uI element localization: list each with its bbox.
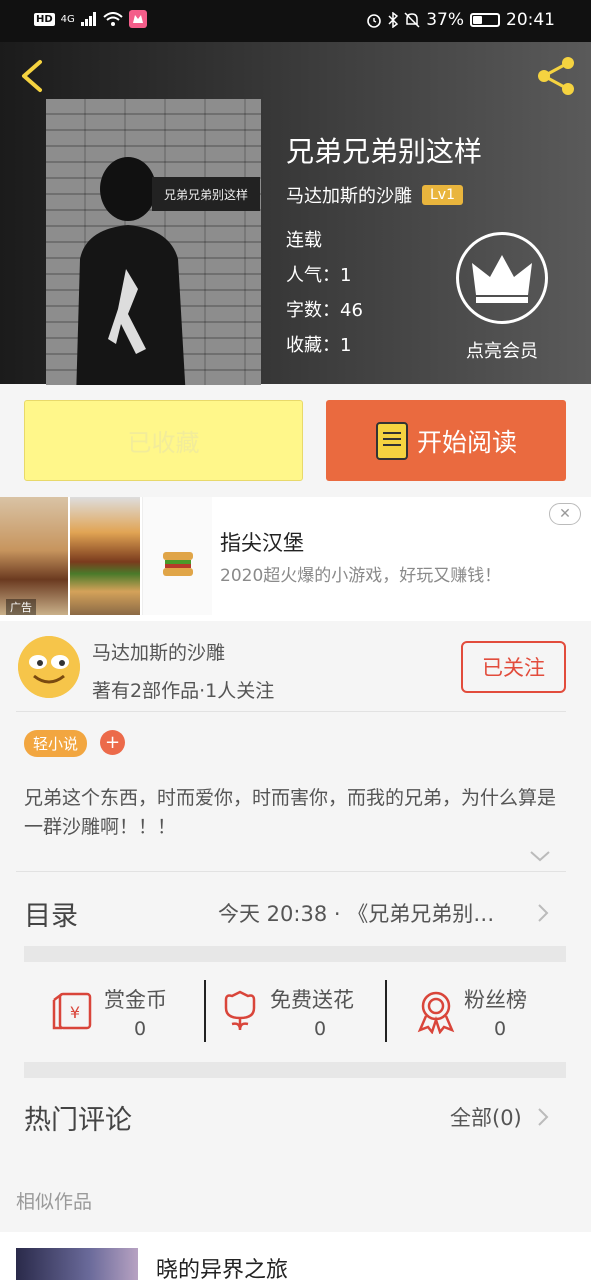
battery-icon [470, 13, 500, 27]
mute-bell-icon [404, 12, 420, 28]
status-bar: HD 4G 37% 20:41 [0, 0, 591, 42]
book-intro: 兄弟这个东西，时而爱你，时而害你，而我的兄弟，为什么算是一群沙雕啊！！！ [24, 787, 557, 838]
chevron-right-icon [538, 904, 549, 922]
similar-work-title: 晓的异界之旅 [156, 1258, 289, 1280]
reward-coins-stat[interactable]: ¥ 赏金币 0 [52, 964, 202, 1062]
book-author[interactable]: 马达加斯的沙雕 [286, 182, 412, 208]
divider [16, 871, 566, 872]
ad-banner[interactable]: 广告 指尖汉堡 2020超火爆的小游戏，好玩又赚钱！ [0, 497, 591, 621]
ad-title: 指尖汉堡 [220, 531, 304, 555]
stat-value: 0 [314, 1018, 327, 1040]
ad-image-burger-1: 广告 [0, 497, 68, 615]
toc-label: 目录 [24, 901, 78, 932]
back-button[interactable] [14, 56, 50, 96]
alarm-icon [367, 14, 382, 28]
stat-label: 赏金币 [104, 988, 167, 1012]
svg-text:¥: ¥ [70, 1003, 80, 1022]
start-reading-button[interactable]: 开始阅读 [326, 400, 566, 481]
cover-sign: 兄弟兄弟别这样 [152, 177, 260, 211]
bluetooth-icon [388, 12, 399, 28]
similar-work-item[interactable]: 晓的异界之旅 [0, 1232, 591, 1280]
ad-tag: 广告 [6, 599, 36, 615]
add-tag-button[interactable]: + [100, 730, 125, 755]
similar-works-title: 相似作品 [16, 1191, 93, 1213]
author-avatar[interactable] [18, 636, 80, 698]
table-of-contents-row[interactable]: 目录 今天 20:38 · 《兄弟兄弟别… [0, 874, 591, 948]
stat-value: 0 [494, 1018, 507, 1040]
similar-work-cover [16, 1248, 138, 1280]
book-header: 兄弟兄弟别这样 兄弟兄弟别这样 马达加斯的沙雕 Lv1 连载 人气：1 字数：4… [0, 42, 591, 385]
flower-icon [224, 990, 256, 1031]
crown-icon [472, 255, 532, 303]
chevron-left-icon [22, 60, 42, 92]
book-icon [375, 421, 408, 460]
ad-close-button[interactable]: ✕ [549, 503, 581, 525]
book-status: 连载 [286, 230, 322, 251]
wifi-icon [103, 12, 123, 26]
book-word-count: 字数：46 [286, 300, 363, 321]
cover-figure-image [76, 157, 186, 385]
signal-icon [80, 12, 96, 26]
ad-description: 2020超火爆的小游戏，好玩又赚钱！ [220, 566, 502, 586]
plus-icon: + [104, 732, 121, 753]
fan-ranking-stat[interactable]: 粉丝榜 0 [416, 964, 566, 1062]
smiley-face-icon [18, 636, 80, 698]
level-badge: Lv1 [422, 185, 463, 205]
book-favorites: 收藏：1 [286, 335, 352, 356]
author-summary: 著有2部作品·1人关注 [92, 680, 275, 702]
follow-button[interactable]: 已关注 [461, 641, 566, 693]
expand-button[interactable] [528, 846, 552, 866]
start-reading-label: 开始阅读 [416, 427, 517, 457]
book-popularity: 人气：1 [286, 265, 352, 286]
red-envelope-icon: ¥ [52, 992, 92, 1030]
share-icon [538, 57, 574, 95]
favorited-button[interactable]: 已收藏 [24, 400, 303, 481]
network-type: 4G [60, 13, 75, 25]
hot-comments-row[interactable]: 热门评论 全部(0) [0, 1078, 591, 1152]
chevron-right-icon [538, 1108, 549, 1126]
favorited-label: 已收藏 [127, 429, 200, 457]
vip-button[interactable] [456, 232, 548, 324]
follow-label: 已关注 [482, 656, 545, 680]
support-stats: ¥ 赏金币 0 免费送花 0 粉丝榜 0 [24, 964, 566, 1062]
book-author-row: 马达加斯的沙雕 Lv1 [286, 182, 463, 208]
close-icon: ✕ [559, 506, 571, 522]
ad-image-game [142, 497, 212, 615]
hot-comments-label: 热门评论 [24, 1105, 132, 1136]
ribbon-medal-icon [417, 991, 455, 1034]
all-comments-link[interactable]: 全部(0) [450, 1102, 522, 1132]
book-title: 兄弟兄弟别这样 [286, 135, 483, 168]
stat-label: 粉丝榜 [464, 988, 527, 1012]
latest-chapter: 今天 20:38 · 《兄弟兄弟别… [218, 902, 495, 926]
section-separator [24, 946, 566, 962]
divider [204, 980, 206, 1042]
book-cover[interactable]: 兄弟兄弟别这样 [46, 99, 261, 385]
divider [385, 980, 387, 1042]
divider [16, 711, 566, 712]
chevron-down-icon [530, 851, 550, 862]
section-separator [24, 1062, 566, 1078]
vip-label: 点亮会员 [466, 341, 538, 362]
battery-percent: 37% [426, 10, 464, 30]
share-button[interactable] [535, 54, 579, 98]
stat-label: 免费送花 [270, 988, 354, 1012]
sandwich-icon [163, 552, 193, 576]
hd-indicator: HD [34, 12, 55, 26]
stat-value: 0 [134, 1018, 147, 1040]
ad-image-burger-2 [70, 497, 140, 615]
send-flower-stat[interactable]: 免费送花 0 [220, 964, 390, 1062]
author-name[interactable]: 马达加斯的沙雕 [92, 638, 225, 665]
clock: 20:41 [506, 10, 555, 30]
tag-light-novel[interactable]: 轻小说 [24, 730, 88, 757]
app-notification-icon [128, 10, 147, 28]
